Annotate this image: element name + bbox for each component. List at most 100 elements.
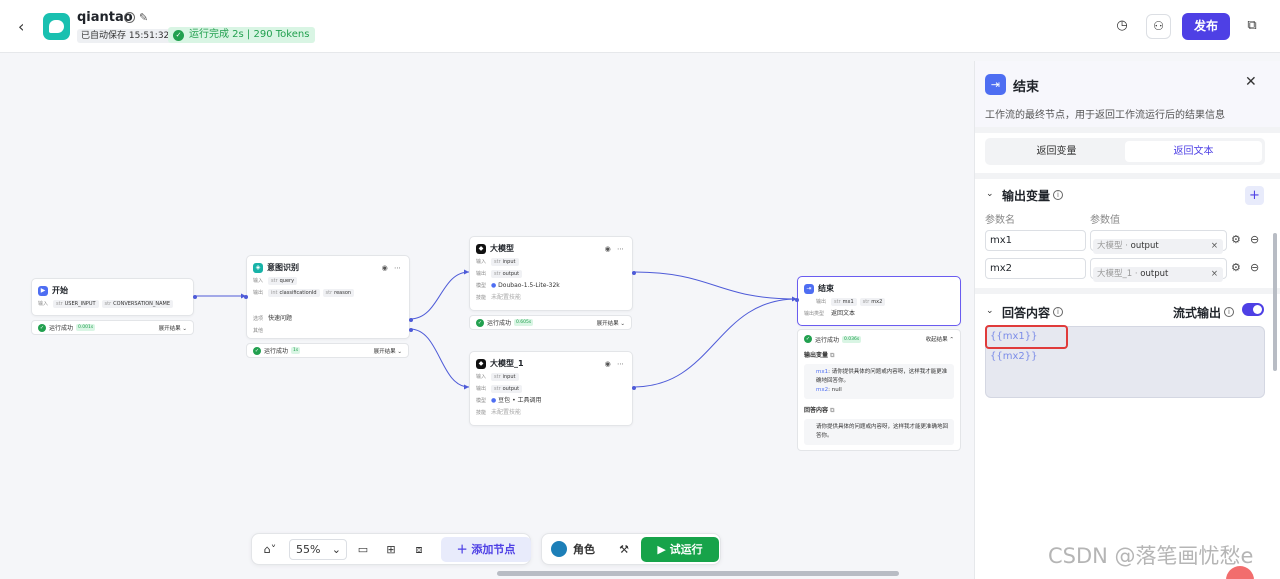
zoom-select[interactable]: 55% ⌄ xyxy=(289,539,347,560)
clear-icon[interactable]: × xyxy=(1211,239,1218,254)
collaborators-icon[interactable]: ⚇ xyxy=(1146,14,1171,39)
close-icon[interactable]: ✕ xyxy=(1245,74,1257,90)
input-tag: str input xyxy=(491,373,519,381)
var-key: mx2 xyxy=(816,387,829,393)
node-title: 结束 xyxy=(818,284,834,293)
output-port[interactable] xyxy=(409,318,413,322)
add-node-button[interactable]: ＋ 添加节点 xyxy=(441,537,531,562)
intent-node[interactable]: ◈ 意图识别 ◉ ⋯ 输入 str query 输出 int classificat… xyxy=(244,255,413,339)
top-bar: ‹ qiantao i ✎ 已自动保存 15:51:32 ✓ 运行完成 2s |… xyxy=(0,0,1280,53)
param-name-header: 参数名 xyxy=(985,215,1015,226)
horizontal-scrollbar[interactable] xyxy=(497,571,899,576)
var-value: : 请你提供具体的问题或内容呀，这样我才能更准确地回答你。 xyxy=(816,369,948,384)
stream-output-toggle[interactable] xyxy=(1242,303,1264,316)
copy-icon[interactable]: ⧉ xyxy=(830,352,834,359)
output-label: 输出 xyxy=(816,299,827,305)
output-port[interactable] xyxy=(409,328,413,332)
add-variable-button[interactable]: + xyxy=(1245,186,1264,205)
back-arrow-icon[interactable]: ‹ xyxy=(18,17,24,36)
var-ref-input[interactable]: 大模型_1 · output × xyxy=(1090,258,1227,282)
settings-gear-icon[interactable]: ⚙ xyxy=(1231,261,1241,274)
help-icon[interactable]: i xyxy=(1053,307,1063,317)
answer-section-title: 回答内容 xyxy=(1002,306,1051,320)
node-title: 开始 xyxy=(52,286,68,295)
vertical-scrollbar[interactable] xyxy=(1273,233,1277,371)
output-port[interactable] xyxy=(632,271,636,275)
collapse-chevron-icon[interactable]: ⌄ xyxy=(986,189,994,199)
input-tag: str CONVERSATION_NAME xyxy=(101,300,174,308)
output-label: 输出 xyxy=(253,290,264,296)
var-ref-input[interactable]: 大模型 · output × xyxy=(1090,230,1227,254)
remove-circle-icon[interactable]: ⊖ xyxy=(1250,233,1259,246)
stream-output-label: 流式输出 xyxy=(1173,306,1222,320)
expand-result-button[interactable]: 展开结果 ⌄ xyxy=(159,324,187,332)
output-port[interactable] xyxy=(632,386,636,390)
autosave-status: 已自动保存 15:51:32 xyxy=(77,29,174,43)
answer-box: 请你提供具体的问题或内容呀，这样我才能更准确地回答你。 xyxy=(804,419,954,445)
output-type-label: 输出类型 xyxy=(804,311,825,317)
end-icon: ⇥ xyxy=(985,74,1006,95)
wrench-icon[interactable]: ⚒ xyxy=(616,541,632,559)
node-title: 意图识别 xyxy=(267,263,299,272)
model-value: ● Doubao-1.5-Lite-32k xyxy=(491,282,560,289)
run-time: 0.036s xyxy=(842,335,862,343)
check-circle-icon: ✓ xyxy=(173,29,184,41)
copy-window-icon[interactable]: ⧉ xyxy=(1243,17,1261,35)
minimap-icon[interactable]: ⧈ xyxy=(410,541,428,559)
output-port[interactable] xyxy=(193,295,197,299)
end-node[interactable]: ⇥ 结束 输出 str mx1 str mx2 输出类型 返回文本 xyxy=(795,276,961,326)
llm1-node[interactable]: ◆ 大模型_1 ◉ ⋯ 输入 str input 输出 str output 模型 ● 豆… xyxy=(469,351,636,426)
status-text: 运行成功 xyxy=(487,320,512,327)
info-icon[interactable]: i xyxy=(124,12,135,23)
status-text: 运行成功 xyxy=(264,348,289,355)
llm-run-status: ✓ 运行成功 0.605s 展开结果 ⌄ xyxy=(469,315,632,330)
start-node[interactable]: ▶ 开始 输入 str USER_INPUT str CONVERSATION_NA… xyxy=(31,278,197,316)
role-label[interactable]: 角色 xyxy=(571,541,597,559)
app-logo xyxy=(43,13,70,40)
expand-result-button[interactable]: 展开结果 ⌄ xyxy=(374,347,402,355)
var-name-input[interactable]: mx2 xyxy=(985,258,1086,279)
collapse-result-button[interactable]: 收起结果 ⌃ xyxy=(926,335,954,343)
output-vars-box: mx1: 请你提供具体的问题或内容呀，这样我才能更准确地回答你。 mx2: nu… xyxy=(804,364,954,399)
node-title: 大模型_1 xyxy=(490,359,524,368)
run-status-text: 运行完成 2s | 290 Tokens xyxy=(189,29,310,40)
check-circle-icon: ✓ xyxy=(253,346,261,355)
mouse-mode-icon[interactable]: ⌂˅ xyxy=(259,541,281,559)
input-label: 输入 xyxy=(38,301,49,307)
collapse-chevron-icon[interactable]: ⌄ xyxy=(986,306,994,316)
run-time: 0.001s xyxy=(76,324,96,331)
model-label: 模型 xyxy=(476,283,487,289)
settings-gear-icon[interactable]: ⚙ xyxy=(1231,233,1241,246)
help-icon[interactable]: i xyxy=(1053,190,1063,200)
node-controls-icon[interactable]: ◉ ⋯ xyxy=(382,264,403,272)
node-controls-icon[interactable]: ◉ ⋯ xyxy=(605,360,626,368)
run-time: 0.605s xyxy=(514,319,534,326)
llm-node[interactable]: ◆ 大模型 ◉ ⋯ 输入 str input 输出 str output 模型 ● Dou… xyxy=(469,236,636,311)
input-port[interactable] xyxy=(244,295,248,299)
canvas-toolbar: ⌂˅ 55% ⌄ ▭ ⊞ ⧈ ＋ 添加节点 xyxy=(251,533,531,565)
tab-return-text[interactable]: 返回文本 xyxy=(1125,141,1262,162)
expand-result-button[interactable]: 展开结果 ⌄ xyxy=(597,319,625,327)
clear-icon[interactable]: × xyxy=(1211,267,1218,282)
node-controls-icon[interactable]: ◉ ⋯ xyxy=(605,245,626,253)
answer-template-text[interactable]: {{mx1}}{{mx2}} xyxy=(985,325,1068,362)
edit-icon[interactable]: ✎ xyxy=(139,11,148,24)
input-port[interactable] xyxy=(795,298,799,302)
history-icon[interactable]: ◷ xyxy=(1113,17,1131,35)
status-text: 运行成功 xyxy=(49,325,74,332)
model-value: ● 豆包 • 工具调用 xyxy=(491,397,542,404)
input-label: 输入 xyxy=(476,259,487,265)
param-value-header: 参数值 xyxy=(1090,215,1120,226)
tab-return-variables[interactable]: 返回变量 xyxy=(988,141,1125,162)
layout-icon[interactable]: ⊞ xyxy=(382,541,400,559)
publish-button[interactable]: 发布 xyxy=(1182,13,1230,40)
var-name-input[interactable]: mx1 xyxy=(985,230,1086,251)
copy-icon[interactable]: ⧉ xyxy=(830,407,834,414)
help-icon[interactable]: i xyxy=(1224,307,1234,317)
remove-circle-icon[interactable]: ⊖ xyxy=(1250,261,1259,274)
comment-icon[interactable]: ▭ xyxy=(354,541,372,559)
watermark: CSDN @落笔画忧愁e xyxy=(1048,544,1254,568)
var-value: : null xyxy=(828,387,842,393)
role-avatar[interactable] xyxy=(551,541,567,557)
test-run-button[interactable]: ▶ 试运行 xyxy=(641,537,719,562)
